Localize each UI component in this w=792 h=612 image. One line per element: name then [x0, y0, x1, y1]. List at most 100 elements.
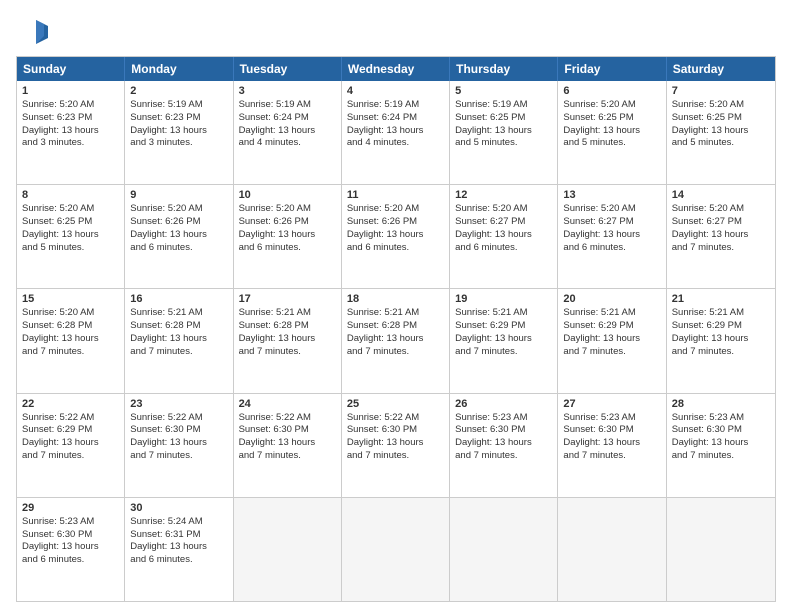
cell-line: Sunset: 6:28 PM: [22, 320, 119, 333]
day-number: 28: [672, 398, 770, 410]
calendar-cell: 23Sunrise: 5:22 AMSunset: 6:30 PMDayligh…: [125, 394, 233, 497]
cell-line: Sunset: 6:30 PM: [22, 529, 119, 542]
cell-line: and 7 minutes.: [455, 450, 552, 463]
calendar-cell: 19Sunrise: 5:21 AMSunset: 6:29 PMDayligh…: [450, 289, 558, 392]
calendar-cell: 4Sunrise: 5:19 AMSunset: 6:24 PMDaylight…: [342, 81, 450, 184]
cell-line: Sunset: 6:28 PM: [130, 320, 227, 333]
cell-line: Sunrise: 5:22 AM: [22, 412, 119, 425]
header-day-friday: Friday: [558, 57, 666, 81]
cell-line: and 7 minutes.: [347, 346, 444, 359]
cell-line: and 7 minutes.: [22, 450, 119, 463]
header-day-sunday: Sunday: [17, 57, 125, 81]
cell-line: Sunset: 6:25 PM: [22, 216, 119, 229]
calendar-cell: 25Sunrise: 5:22 AMSunset: 6:30 PMDayligh…: [342, 394, 450, 497]
cell-line: Sunrise: 5:22 AM: [130, 412, 227, 425]
cell-line: Sunset: 6:29 PM: [22, 424, 119, 437]
cell-line: Sunrise: 5:19 AM: [455, 99, 552, 112]
day-number: 12: [455, 189, 552, 201]
cell-line: Daylight: 13 hours: [22, 229, 119, 242]
cell-line: Sunrise: 5:20 AM: [563, 99, 660, 112]
calendar-row: 15Sunrise: 5:20 AMSunset: 6:28 PMDayligh…: [17, 288, 775, 392]
day-number: 26: [455, 398, 552, 410]
cell-line: Daylight: 13 hours: [672, 437, 770, 450]
cell-line: Sunrise: 5:21 AM: [672, 307, 770, 320]
calendar: SundayMondayTuesdayWednesdayThursdayFrid…: [16, 56, 776, 602]
cell-line: Sunset: 6:28 PM: [239, 320, 336, 333]
day-number: 7: [672, 85, 770, 97]
cell-line: Sunrise: 5:23 AM: [455, 412, 552, 425]
cell-line: Sunrise: 5:21 AM: [130, 307, 227, 320]
header-day-wednesday: Wednesday: [342, 57, 450, 81]
calendar-cell: 24Sunrise: 5:22 AMSunset: 6:30 PMDayligh…: [234, 394, 342, 497]
day-number: 19: [455, 293, 552, 305]
cell-line: and 6 minutes.: [239, 242, 336, 255]
calendar-body: 1Sunrise: 5:20 AMSunset: 6:23 PMDaylight…: [17, 81, 775, 601]
cell-line: Sunrise: 5:19 AM: [130, 99, 227, 112]
cell-line: and 5 minutes.: [22, 242, 119, 255]
day-number: 17: [239, 293, 336, 305]
cell-line: Sunset: 6:26 PM: [130, 216, 227, 229]
cell-line: Sunset: 6:28 PM: [347, 320, 444, 333]
cell-line: Sunset: 6:30 PM: [563, 424, 660, 437]
cell-line: and 7 minutes.: [347, 450, 444, 463]
cell-line: Sunrise: 5:20 AM: [455, 203, 552, 216]
calendar-cell: 3Sunrise: 5:19 AMSunset: 6:24 PMDaylight…: [234, 81, 342, 184]
header: [16, 16, 776, 48]
cell-line: Sunrise: 5:20 AM: [347, 203, 444, 216]
day-number: 11: [347, 189, 444, 201]
cell-line: Daylight: 13 hours: [347, 229, 444, 242]
header-day-thursday: Thursday: [450, 57, 558, 81]
cell-line: Sunset: 6:25 PM: [563, 112, 660, 125]
day-number: 1: [22, 85, 119, 97]
cell-line: Sunrise: 5:20 AM: [563, 203, 660, 216]
header-day-saturday: Saturday: [667, 57, 775, 81]
cell-line: Daylight: 13 hours: [455, 333, 552, 346]
cell-line: Sunset: 6:25 PM: [672, 112, 770, 125]
calendar-cell: 8Sunrise: 5:20 AMSunset: 6:25 PMDaylight…: [17, 185, 125, 288]
cell-line: Daylight: 13 hours: [347, 125, 444, 138]
calendar-row: 8Sunrise: 5:20 AMSunset: 6:25 PMDaylight…: [17, 184, 775, 288]
day-number: 3: [239, 85, 336, 97]
cell-line: and 5 minutes.: [455, 137, 552, 150]
cell-line: Sunset: 6:27 PM: [672, 216, 770, 229]
cell-line: Daylight: 13 hours: [239, 125, 336, 138]
cell-line: and 5 minutes.: [563, 137, 660, 150]
day-number: 9: [130, 189, 227, 201]
cell-line: and 3 minutes.: [22, 137, 119, 150]
calendar-cell: [450, 498, 558, 601]
cell-line: Sunset: 6:30 PM: [239, 424, 336, 437]
cell-line: Sunrise: 5:20 AM: [22, 99, 119, 112]
cell-line: Sunrise: 5:19 AM: [239, 99, 336, 112]
day-number: 29: [22, 502, 119, 514]
cell-line: Daylight: 13 hours: [455, 229, 552, 242]
day-number: 25: [347, 398, 444, 410]
cell-line: Sunrise: 5:21 AM: [239, 307, 336, 320]
day-number: 10: [239, 189, 336, 201]
cell-line: Sunrise: 5:23 AM: [672, 412, 770, 425]
calendar-cell: 9Sunrise: 5:20 AMSunset: 6:26 PMDaylight…: [125, 185, 233, 288]
cell-line: and 4 minutes.: [347, 137, 444, 150]
cell-line: and 4 minutes.: [239, 137, 336, 150]
cell-line: Daylight: 13 hours: [22, 437, 119, 450]
cell-line: Sunset: 6:30 PM: [347, 424, 444, 437]
cell-line: Sunrise: 5:21 AM: [347, 307, 444, 320]
cell-line: Sunset: 6:30 PM: [455, 424, 552, 437]
logo: [16, 16, 52, 48]
cell-line: Daylight: 13 hours: [239, 437, 336, 450]
cell-line: and 6 minutes.: [22, 554, 119, 567]
calendar-cell: 29Sunrise: 5:23 AMSunset: 6:30 PMDayligh…: [17, 498, 125, 601]
cell-line: Sunrise: 5:23 AM: [563, 412, 660, 425]
cell-line: and 5 minutes.: [672, 137, 770, 150]
cell-line: Sunset: 6:25 PM: [455, 112, 552, 125]
day-number: 24: [239, 398, 336, 410]
calendar-cell: 14Sunrise: 5:20 AMSunset: 6:27 PMDayligh…: [667, 185, 775, 288]
cell-line: Daylight: 13 hours: [130, 541, 227, 554]
cell-line: Sunrise: 5:24 AM: [130, 516, 227, 529]
header-day-monday: Monday: [125, 57, 233, 81]
day-number: 18: [347, 293, 444, 305]
calendar-cell: 7Sunrise: 5:20 AMSunset: 6:25 PMDaylight…: [667, 81, 775, 184]
calendar-row: 22Sunrise: 5:22 AMSunset: 6:29 PMDayligh…: [17, 393, 775, 497]
calendar-cell: 6Sunrise: 5:20 AMSunset: 6:25 PMDaylight…: [558, 81, 666, 184]
cell-line: Sunset: 6:27 PM: [563, 216, 660, 229]
cell-line: and 7 minutes.: [239, 346, 336, 359]
